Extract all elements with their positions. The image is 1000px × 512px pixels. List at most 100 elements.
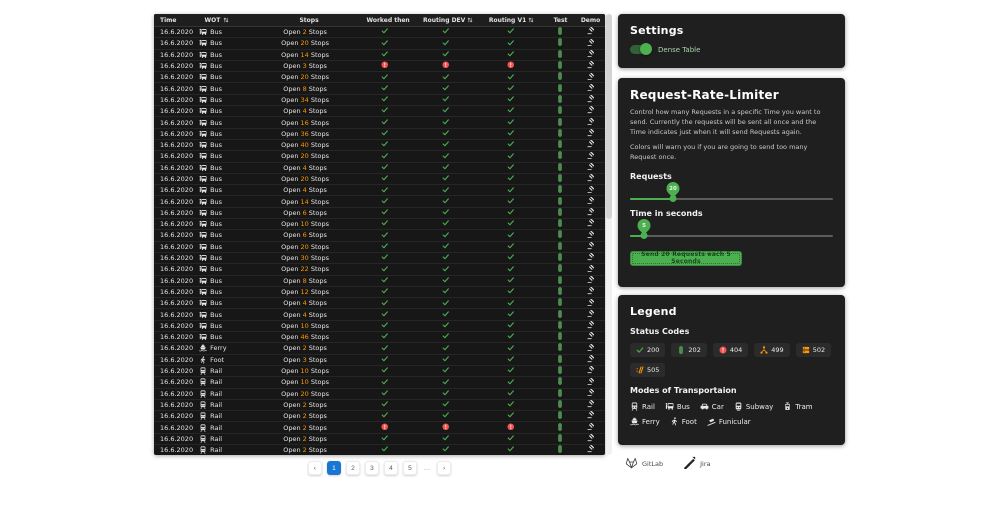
table-row[interactable]: 16.6.2020 Bus Open 4 Stops [154, 106, 605, 117]
cell-worked-then [355, 152, 416, 162]
table-row[interactable]: 16.6.2020 Bus Open 10 Stops [154, 321, 605, 332]
cell-routing-dev [416, 344, 477, 354]
external-link[interactable]: Jira [683, 454, 710, 473]
table-row[interactable]: 16.6.2020 Bus Open 4 Stops [154, 185, 605, 196]
table-row[interactable]: 16.6.2020 Bus Open 16 Stops [154, 117, 605, 128]
pagination-page-button[interactable]: 5 [403, 461, 417, 475]
table-row[interactable]: 16.6.2020 Bus Open 8 Stops [154, 83, 605, 94]
column-header[interactable]: Stops [260, 17, 358, 24]
mode-label: Bus [210, 333, 222, 341]
column-header[interactable]: Routing DEV [418, 17, 478, 24]
sort-icon[interactable] [467, 17, 473, 23]
table-scrollbar[interactable] [606, 14, 612, 455]
column-header[interactable]: Demo [576, 17, 605, 24]
table-row[interactable]: 16.6.2020 Bus Open 20 Stops [154, 174, 605, 185]
traffic-light-icon [556, 230, 564, 240]
table-row[interactable]: 16.6.2020 Rail Open 2 Stops [154, 400, 605, 411]
table-row[interactable]: 16.6.2020 Bus Open 22 Stops [154, 264, 605, 275]
table-row[interactable]: 16.6.2020 Bus Open 12 Stops [154, 287, 605, 298]
table-row[interactable]: 16.6.2020 Bus Open 20 Stops [154, 38, 605, 49]
gavel-icon [587, 73, 595, 83]
time-slider[interactable]: 5 [630, 235, 833, 237]
cell-time: 16.6.2020 [154, 96, 199, 104]
requests-slider[interactable]: 20 [630, 198, 833, 200]
pagination-page-button[interactable]: 3 [365, 461, 379, 475]
table-row[interactable]: 16.6.2020 Bus Open 36 Stops [154, 129, 605, 140]
send-requests-button[interactable]: Send 20 Requests each 5 Seconds [630, 251, 742, 266]
pagination-prev-button[interactable]: ‹ [308, 461, 322, 475]
stops-open-word: Open [281, 152, 298, 160]
cell-demo [576, 186, 605, 196]
stops-count: 34 [301, 96, 309, 104]
table-row[interactable]: 16.6.2020 Bus Open 8 Stops [154, 276, 605, 287]
dense-table-toggle[interactable] [630, 45, 651, 54]
table-row[interactable]: 16.6.2020 Rail Open 2 Stops [154, 434, 605, 445]
cell-routing-v1 [476, 50, 544, 60]
table-row[interactable]: 16.6.2020 Foot Open 3 Stops [154, 355, 605, 366]
sort-icon[interactable] [528, 17, 534, 23]
cell-wot: Bus [199, 299, 255, 307]
table-row[interactable]: 16.6.2020 Bus Open 10 Stops [154, 219, 605, 230]
table-row[interactable]: 16.6.2020 Bus Open 4 Stops [154, 309, 605, 320]
table-row[interactable]: 16.6.2020 Bus Open 46 Stops [154, 332, 605, 343]
table-row[interactable]: 16.6.2020 Ferry Open 2 Stops [154, 343, 605, 354]
cell-demo [576, 253, 605, 263]
column-header[interactable]: Time [154, 17, 205, 24]
traffic-light-icon [556, 27, 564, 37]
column-header[interactable]: Routing V1 [478, 17, 545, 24]
cell-routing-v1 [476, 310, 544, 320]
scrollbar-thumb[interactable] [606, 14, 612, 219]
pagination-next-button[interactable]: › [437, 461, 451, 475]
stops-open-word: Open [283, 435, 300, 443]
table-row[interactable]: 16.6.2020 Bus Open 40 Stops [154, 140, 605, 151]
cell-time: 16.6.2020 [154, 39, 199, 47]
table-row[interactable]: 16.6.2020 Rail Open 2 Stops [154, 445, 605, 455]
table-row[interactable]: 16.6.2020 Bus Open 34 Stops [154, 95, 605, 106]
column-header[interactable]: Test [545, 17, 576, 24]
pagination-page-button[interactable]: 4 [384, 461, 398, 475]
table-row[interactable]: 16.6.2020 Rail Open 2 Stops [154, 422, 605, 433]
table-row[interactable]: 16.6.2020 Bus Open 2 Stops [154, 27, 605, 38]
table-row[interactable]: 16.6.2020 Bus Open 20 Stops [154, 242, 605, 253]
table-row[interactable]: 16.6.2020 Rail Open 20 Stops [154, 389, 605, 400]
column-header[interactable]: WOT [205, 17, 261, 24]
cell-worked-then [355, 253, 416, 263]
check-icon [381, 50, 389, 60]
table-row[interactable]: 16.6.2020 Rail Open 10 Stops [154, 377, 605, 388]
table-row[interactable]: 16.6.2020 Bus Open 14 Stops [154, 196, 605, 207]
pagination-page-button[interactable]: 1 [327, 461, 341, 475]
column-header[interactable]: Worked then [358, 17, 418, 24]
transport-mode-item: Car [700, 402, 724, 411]
check-icon [507, 186, 515, 196]
table-row[interactable]: 16.6.2020 Rail Open 2 Stops [154, 411, 605, 422]
table-row[interactable]: 16.6.2020 Bus Open 6 Stops [154, 230, 605, 241]
cell-routing-v1 [476, 355, 544, 365]
cell-routing-dev [416, 434, 477, 444]
check-icon [381, 219, 389, 229]
sort-icon[interactable] [223, 17, 229, 23]
cell-test [544, 61, 576, 71]
cell-time: 16.6.2020 [154, 186, 199, 194]
table-row[interactable]: 16.6.2020 Bus Open 30 Stops [154, 253, 605, 264]
table-row[interactable]: 16.6.2020 Bus Open 3 Stops [154, 61, 605, 72]
cell-demo [576, 389, 605, 399]
requests-slider-thumb[interactable] [669, 195, 676, 202]
table-row[interactable]: 16.6.2020 Bus Open 20 Stops [154, 72, 605, 83]
time-slider-thumb[interactable] [641, 232, 648, 239]
requests-slider-label: Requests [630, 172, 833, 181]
table-row[interactable]: 16.6.2020 Bus Open 14 Stops [154, 50, 605, 61]
check-icon [381, 106, 389, 116]
table-row[interactable]: 16.6.2020 Bus Open 4 Stops [154, 163, 605, 174]
toggle-knob[interactable] [640, 43, 652, 55]
table-row[interactable]: 16.6.2020 Rail Open 10 Stops [154, 366, 605, 377]
pagination-page-button[interactable]: 2 [346, 461, 360, 475]
table-row[interactable]: 16.6.2020 Bus Open 4 Stops [154, 298, 605, 309]
table-row[interactable]: 16.6.2020 Bus Open 20 Stops [154, 151, 605, 162]
external-link[interactable]: GitLab [625, 454, 663, 473]
gavel-icon [587, 27, 595, 37]
car-icon [700, 402, 709, 411]
check-icon [381, 344, 389, 354]
cell-worked-then [355, 95, 416, 105]
table-row[interactable]: 16.6.2020 Bus Open 6 Stops [154, 208, 605, 219]
cell-time: 16.6.2020 [154, 141, 199, 149]
